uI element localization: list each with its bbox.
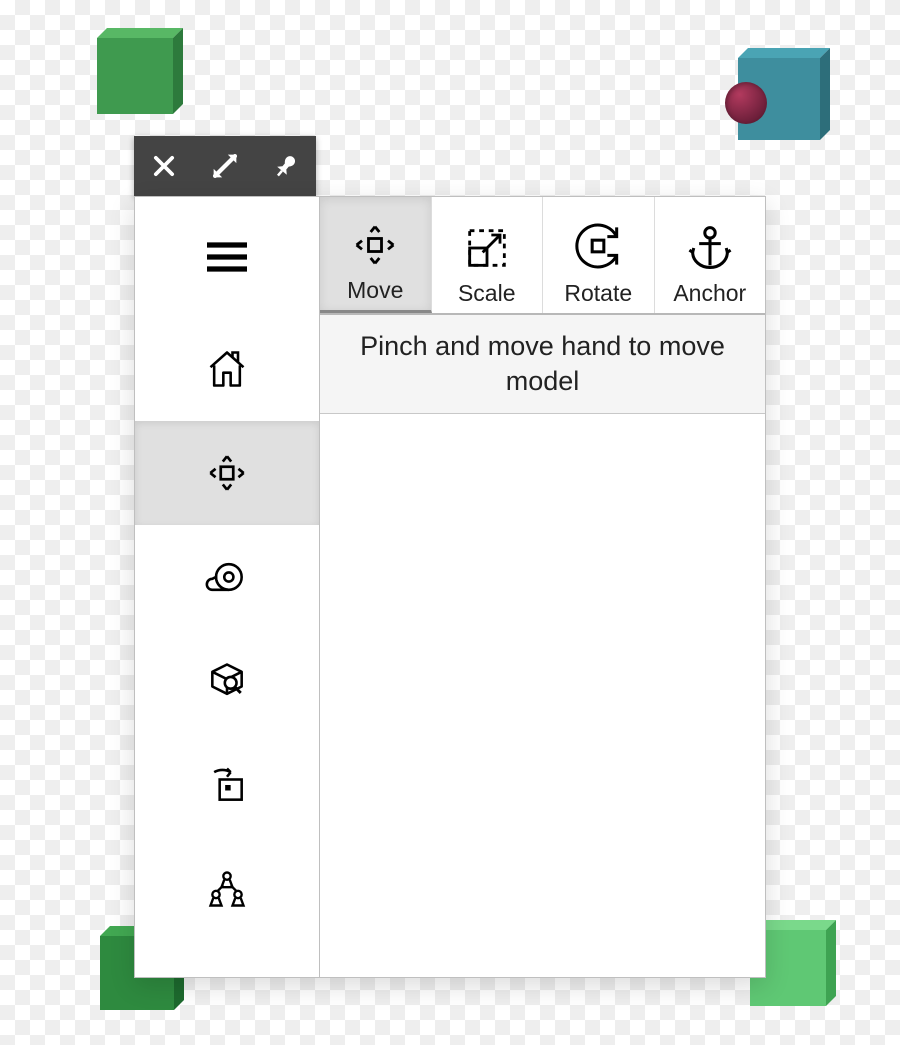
tool-tabs: Move Scale — [320, 197, 765, 315]
pin-button[interactable] — [266, 146, 306, 186]
anchor-tool-icon — [684, 222, 736, 274]
viewport: Move Scale — [0, 0, 900, 1045]
scale-tool-icon — [461, 222, 513, 274]
resize-button[interactable] — [205, 146, 245, 186]
panel-handlebar[interactable] — [134, 136, 316, 196]
move-tool-icon — [349, 219, 401, 271]
animate-icon — [205, 763, 249, 807]
menu-icon — [203, 238, 251, 276]
content-body — [320, 414, 765, 977]
content-area: Move Scale — [320, 197, 765, 977]
tool-rotate-label: Rotate — [564, 280, 632, 307]
tool-anchor[interactable]: Anchor — [655, 197, 766, 313]
sidebar-item-home[interactable] — [135, 317, 319, 421]
tool-scale-label: Scale — [458, 280, 516, 307]
tool-move-label: Move — [347, 277, 403, 304]
sidebar — [135, 197, 320, 977]
sidebar-item-move[interactable] — [135, 421, 319, 525]
move-icon — [202, 448, 252, 498]
hint-text: Pinch and move hand to move model — [320, 315, 765, 414]
rotate-tool-icon — [570, 218, 626, 274]
sidebar-item-measure[interactable] — [135, 525, 319, 629]
sidebar-item-assembly[interactable] — [135, 837, 319, 941]
measure-icon — [205, 555, 249, 599]
home-icon — [205, 347, 249, 391]
sphere — [725, 82, 767, 124]
assembly-icon — [205, 867, 249, 911]
resize-icon — [208, 149, 242, 183]
tool-rotate[interactable]: Rotate — [543, 197, 655, 313]
tool-anchor-label: Anchor — [673, 280, 746, 307]
main-panel: Move Scale — [134, 196, 766, 978]
tool-scale[interactable]: Scale — [432, 197, 544, 313]
inspect-icon — [205, 659, 249, 703]
sidebar-item-menu[interactable] — [135, 197, 319, 317]
sidebar-item-inspect[interactable] — [135, 629, 319, 733]
sidebar-item-animate[interactable] — [135, 733, 319, 837]
close-button[interactable] — [144, 146, 184, 186]
close-icon — [150, 152, 178, 180]
pin-icon — [271, 151, 301, 181]
tool-move[interactable]: Move — [320, 197, 432, 313]
